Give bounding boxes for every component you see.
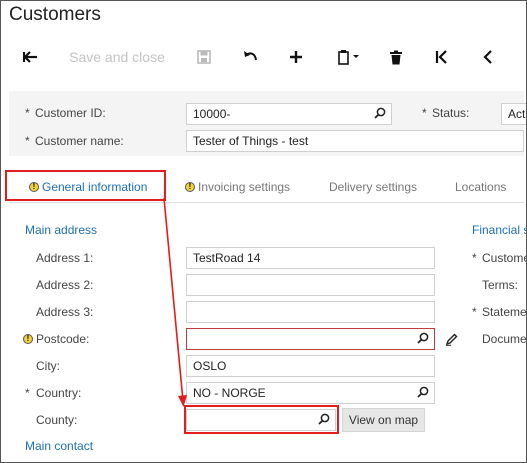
copy-paste-menu-button[interactable] bbox=[331, 41, 367, 73]
customer-name-value: Tester of Things - test bbox=[193, 134, 309, 148]
warning-icon: ! bbox=[185, 182, 195, 192]
tab-locations[interactable]: Locations bbox=[455, 171, 506, 203]
customer-header: * Customer ID: 10000- * Status: Act * Cu… bbox=[9, 91, 526, 156]
country-value: NO - NORGE bbox=[193, 386, 266, 400]
search-icon[interactable] bbox=[374, 107, 386, 122]
page-title: Customers bbox=[9, 4, 101, 25]
required-marker: * bbox=[472, 251, 477, 265]
postcode-field[interactable] bbox=[186, 328, 435, 350]
tab-invoicing-settings[interactable]: ! Invoicing settings bbox=[185, 171, 290, 203]
add-button[interactable] bbox=[283, 41, 309, 73]
customer-id-field[interactable]: 10000- bbox=[186, 103, 392, 125]
city-value: OSLO bbox=[193, 359, 227, 373]
postcode-warning-icon: ! bbox=[23, 334, 33, 344]
status-select[interactable]: Act bbox=[501, 103, 526, 125]
required-marker: * bbox=[25, 106, 30, 120]
save-and-close-button[interactable]: Save and close bbox=[63, 41, 171, 73]
postcode-label: Postcode: bbox=[36, 332, 90, 346]
address3-field[interactable] bbox=[186, 301, 435, 323]
city-field[interactable]: OSLO bbox=[186, 355, 435, 377]
status-label: Status: bbox=[432, 106, 470, 120]
address1-field[interactable]: TestRoad 14 bbox=[186, 247, 435, 269]
undo-icon bbox=[244, 51, 257, 61]
customer-id-label: Customer ID: bbox=[35, 106, 106, 120]
required-marker: * bbox=[472, 305, 477, 319]
customer-name-field[interactable]: Tester of Things - test bbox=[186, 130, 524, 152]
tab-label: Locations bbox=[455, 180, 507, 194]
statement-label: Stateme bbox=[482, 305, 527, 319]
address2-field[interactable] bbox=[186, 274, 435, 296]
document-label: Docume bbox=[482, 332, 527, 346]
city-label: City: bbox=[36, 359, 60, 373]
annotation-highlight-county bbox=[184, 405, 339, 434]
address3-label: Address 3: bbox=[36, 305, 94, 319]
search-icon[interactable] bbox=[417, 386, 429, 401]
financial-customer-label: Custome bbox=[482, 251, 527, 265]
trash-icon bbox=[390, 50, 402, 64]
main-contact-section-title: Main contact bbox=[25, 439, 94, 453]
back-button[interactable] bbox=[17, 41, 45, 73]
customer-name-label: Customer name: bbox=[35, 134, 124, 148]
back-arrow-icon bbox=[23, 51, 37, 63]
toolbar: Save and close bbox=[1, 41, 526, 73]
address1-label: Address 1: bbox=[36, 251, 94, 265]
required-marker: * bbox=[25, 386, 30, 400]
first-record-icon bbox=[435, 50, 447, 64]
county-label: County: bbox=[36, 413, 78, 427]
country-label: Country: bbox=[36, 386, 82, 400]
tab-delivery-settings[interactable]: Delivery settings bbox=[329, 171, 417, 203]
country-field[interactable]: NO - NORGE bbox=[186, 382, 435, 404]
previous-record-button[interactable] bbox=[475, 41, 501, 73]
address1-value: TestRoad 14 bbox=[193, 251, 261, 265]
customer-id-value: 10000- bbox=[193, 107, 231, 121]
view-on-map-button[interactable]: View on map bbox=[342, 408, 425, 432]
financial-section-title: Financial s bbox=[472, 223, 527, 237]
clipboard-copy-icon bbox=[338, 50, 359, 65]
floppy-disk-icon bbox=[197, 50, 211, 64]
tab-label: Invoicing settings bbox=[198, 180, 291, 194]
annotation-arrow bbox=[163, 197, 187, 407]
address2-label: Address 2: bbox=[36, 278, 94, 292]
required-marker: * bbox=[25, 134, 30, 148]
plus-icon bbox=[290, 51, 302, 63]
tab-label: Delivery settings bbox=[329, 180, 418, 194]
undo-button[interactable] bbox=[237, 41, 263, 73]
annotation-highlight-tab bbox=[5, 170, 166, 201]
status-value: Act bbox=[508, 107, 526, 121]
first-record-button[interactable] bbox=[429, 41, 455, 73]
terms-label: Terms: bbox=[482, 278, 518, 292]
save-button[interactable] bbox=[191, 41, 217, 73]
search-icon[interactable] bbox=[417, 332, 429, 347]
required-marker: * bbox=[422, 106, 427, 120]
edit-pencil-icon[interactable] bbox=[445, 333, 458, 349]
main-address-section-title: Main address bbox=[25, 223, 98, 237]
customers-window: Customers Save and close * Customer ID: … bbox=[0, 0, 527, 463]
previous-record-icon bbox=[483, 50, 492, 64]
save-and-close-label: Save and close bbox=[69, 49, 165, 65]
delete-button[interactable] bbox=[383, 41, 409, 73]
